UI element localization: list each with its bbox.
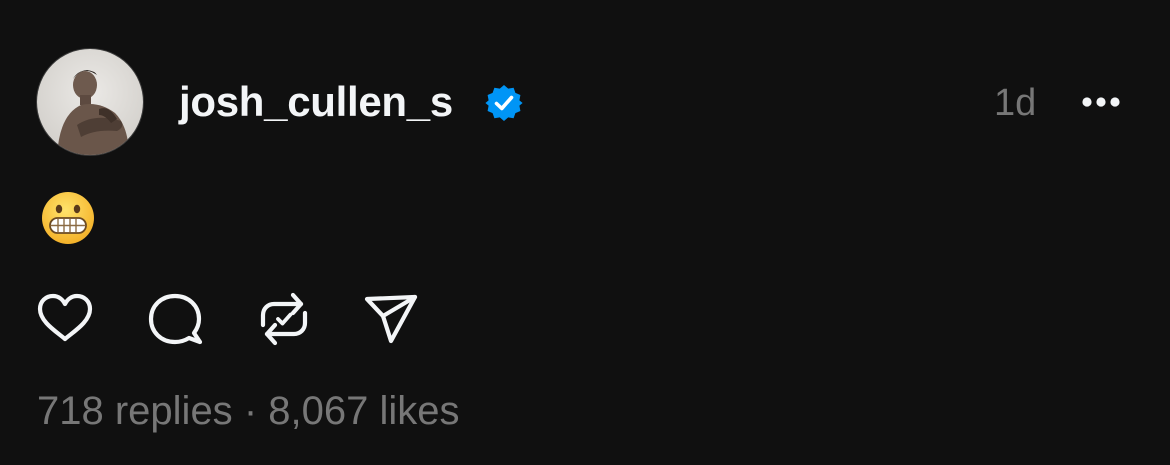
verified-badge-icon bbox=[485, 84, 523, 122]
likes-count-link[interactable]: 8,067 likes bbox=[268, 389, 459, 433]
post-stats: 718 replies · 8,067 likes bbox=[37, 386, 460, 436]
post-timestamp: 1d bbox=[994, 82, 1037, 124]
grimacing-face-emoji-icon bbox=[40, 190, 96, 246]
more-options-icon[interactable] bbox=[1078, 88, 1124, 116]
share-icon bbox=[364, 294, 418, 344]
share-button[interactable] bbox=[361, 289, 421, 349]
username[interactable]: josh_cullen_s bbox=[179, 76, 453, 128]
like-button[interactable] bbox=[35, 289, 95, 349]
heart-icon bbox=[37, 293, 93, 342]
reply-button[interactable] bbox=[144, 289, 204, 349]
replies-count-link[interactable]: 718 replies bbox=[37, 389, 233, 433]
stats-separator: · bbox=[243, 389, 258, 433]
repost-icon bbox=[260, 292, 308, 346]
comment-icon bbox=[148, 293, 203, 345]
repost-button[interactable] bbox=[254, 289, 314, 349]
profile-photo-icon bbox=[37, 49, 143, 155]
avatar[interactable] bbox=[36, 48, 144, 156]
